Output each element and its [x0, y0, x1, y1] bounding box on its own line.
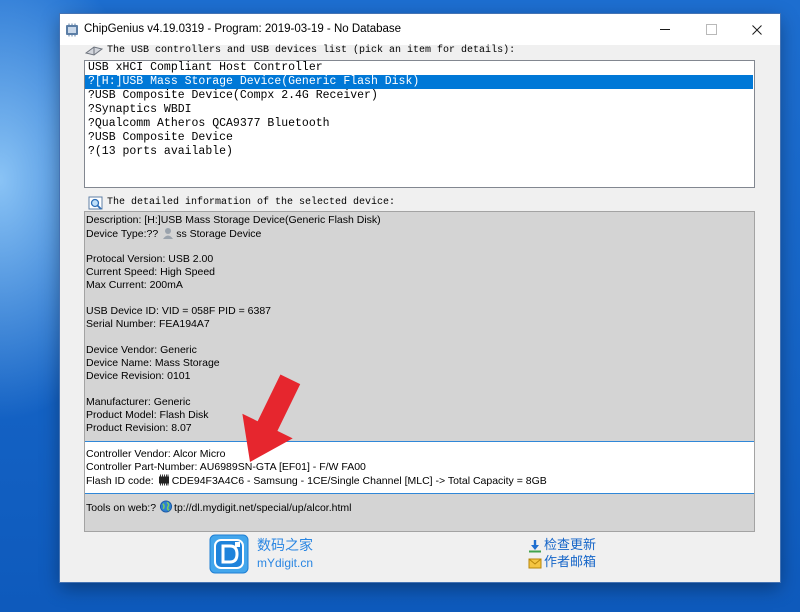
device-list-item[interactable]: ?Synaptics WBDI: [85, 103, 753, 117]
update-icon[interactable]: [528, 539, 542, 553]
device-listbox[interactable]: USB xHCI Compliant Host Controller ?[H:]…: [84, 60, 755, 188]
magnifier-icon: [88, 196, 103, 210]
flash-id-line: Flash ID code: CDE94F3A4C6 - Samsung - 1C…: [86, 474, 754, 487]
product-revision-line: Product Revision: 8.07: [86, 421, 192, 434]
device-list-item[interactable]: ?USB Composite Device(Compx 2.4G Receive…: [85, 89, 753, 103]
usb-device-id-line: USB Device ID: VID = 058F PID = 6387: [86, 304, 272, 317]
site-name-link[interactable]: 数码之家: [257, 538, 313, 554]
check-update-link[interactable]: 检查更新: [544, 538, 596, 554]
manufacturer-line: Manufacturer: Generic: [86, 395, 191, 408]
chipgenius-window: ChipGenius v4.19.0319 - Program: 2019-03…: [60, 14, 780, 582]
minimize-icon: [660, 29, 670, 30]
current-speed-line: Current Speed: High Speed: [86, 265, 215, 278]
maximize-icon: [705, 24, 717, 35]
mail-icon[interactable]: [528, 556, 542, 570]
device-name-line: Device Name: Mass Storage: [86, 356, 220, 369]
close-button[interactable]: [734, 14, 780, 45]
device-list-item[interactable]: ?Qualcomm Atheros QCA9377 Bluetooth: [85, 117, 753, 131]
details-label: The detailed information of the selected…: [107, 197, 396, 208]
device-list-item[interactable]: USB xHCI Compliant Host Controller: [85, 61, 753, 75]
device-list-item[interactable]: ?USB Composite Device: [85, 131, 753, 145]
tools-on-web-prefix: Tools on web:?: [86, 501, 157, 514]
protocol-version-line: Protocal Version: USB 2.00: [86, 252, 214, 265]
description-line: Description: [H:]USB Mass Storage Device…: [86, 213, 381, 226]
maximize-button[interactable]: [688, 14, 734, 45]
details-text: Description: [H:]USB Mass Storage Device…: [85, 212, 754, 514]
chipgenius-app-icon[interactable]: [65, 23, 79, 37]
usb-device-icon: [85, 46, 103, 56]
controller-part-number-line: Controller Part-Number: AU6989SN-GTA [EF…: [86, 460, 366, 473]
max-current-line: Max Current: 200mA: [86, 278, 183, 291]
product-model-line: Product Model: Flash Disk: [86, 408, 209, 421]
device-type-suffix: ss Storage Device: [176, 227, 262, 240]
author-email-link[interactable]: 作者邮箱: [544, 555, 596, 571]
controller-vendor-line: Controller Vendor: Alcor Micro: [86, 447, 226, 460]
mydigit-logo-icon[interactable]: [209, 534, 249, 574]
minimize-button[interactable]: [642, 14, 688, 45]
serial-number-line: Serial Number: FEA194A7: [86, 317, 210, 330]
site-url-link[interactable]: mYdigit.cn: [257, 556, 313, 570]
device-type-line: Device Type:?? ss Storage Device: [86, 227, 754, 240]
globe-icon: [160, 499, 173, 513]
tools-on-web-url: tp://dl.mydigit.net/special/up/alcor.htm…: [174, 501, 352, 514]
device-type-prefix: Device Type:??: [86, 227, 159, 240]
title-bar[interactable]: ChipGenius v4.19.0319 - Program: 2019-03…: [60, 14, 780, 45]
device-details-textbox[interactable]: Description: [H:]USB Mass Storage Device…: [84, 211, 755, 532]
device-list-label: The USB controllers and USB devices list…: [107, 45, 516, 56]
window-title: ChipGenius v4.19.0319 - Program: 2019-03…: [84, 23, 402, 35]
device-list-item[interactable]: ?(13 ports available): [85, 145, 753, 159]
tools-on-web-line: Tools on web:? tp://dl.mydigit.net/specia…: [86, 499, 754, 514]
flash-id-suffix: CDE94F3A4C6 - Samsung - 1CE/Single Chann…: [171, 474, 547, 487]
flash-chip-icon: [158, 474, 169, 485]
device-list-item[interactable]: ?[H:]USB Mass Storage Device(Generic Fla…: [85, 75, 753, 89]
device-vendor-line: Device Vendor: Generic: [86, 343, 197, 356]
storage-device-icon: [163, 227, 174, 239]
close-icon: [752, 24, 762, 35]
flash-id-prefix: Flash ID code:: [86, 474, 154, 487]
device-revision-line: Device Revision: 0101: [86, 369, 191, 382]
